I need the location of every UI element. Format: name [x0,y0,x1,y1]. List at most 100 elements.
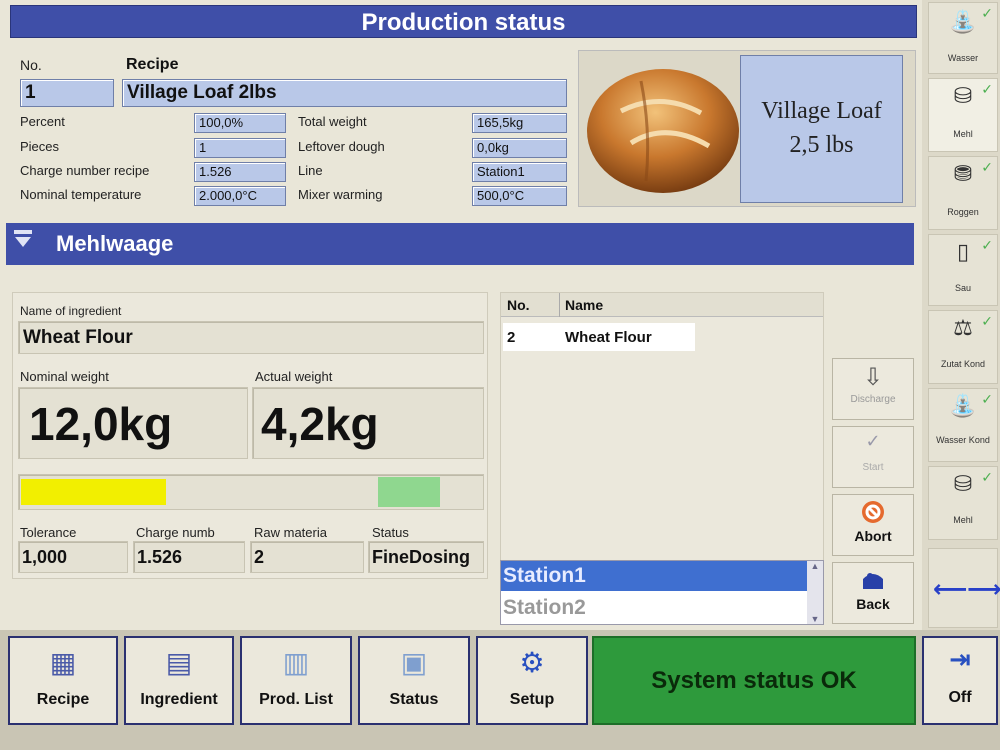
off-button[interactable]: ⇥ Off [922,636,998,725]
side-item-rye[interactable]: ⛃ ✓ Roggen [928,156,998,230]
back-icon [863,573,883,589]
system-status-indicator: System status OK [592,636,916,725]
table-header: No. Name [501,293,823,317]
percent-field: 100,0% [194,113,286,133]
nominal-temp-label: Nominal temperature [20,187,142,202]
pieces-field: 1 [194,138,286,158]
start-label: Start [862,462,884,473]
arrow-right-icon[interactable]: ⟶ [967,575,1000,604]
ok-check-icon: ✓ [981,469,993,485]
ok-check-icon: ✓ [981,237,993,253]
charge-value: 1.526 [133,541,245,573]
side-item-label: Roggen [947,207,979,217]
scroll-down-icon[interactable]: ▼ [807,614,823,624]
charge-number-label: Charge number recipe [20,163,150,178]
setup-icon: ⚙ [519,647,545,678]
nominal-temp-field: 2.000,0°C [194,186,286,206]
station-scrollbar[interactable]: ▲ ▼ [807,561,823,624]
recipe-button-label: Recipe [36,691,90,708]
ingredient-icon: ▤ [165,647,193,678]
exit-door-icon: ⇥ [949,644,971,674]
leftover-dough-label: Leftover dough [298,139,385,154]
ingredient-name-label: Name of ingredient [20,304,122,318]
side-item-label: Wasser [947,53,979,63]
prod-list-button[interactable]: ▥ Prod. List [240,636,352,725]
side-item-silo[interactable]: ▯ ✓ Sau [928,234,998,306]
line-field: Station1 [472,162,567,182]
list-icon: ▥ [282,647,310,678]
leftover-dough-field: 0,0kg [472,138,567,158]
row-name: Wheat Flour [565,329,652,346]
ingredient-button[interactable]: ▤ Ingredient [124,636,234,725]
progress-fill [21,479,166,505]
scroll-up-icon[interactable]: ▲ [807,561,823,571]
recipe-label: Recipe [126,56,179,73]
nominal-weight-label: Nominal weight [20,369,109,384]
abort-button[interactable]: Abort [832,494,914,556]
pieces-label: Pieces [20,139,60,154]
table-row[interactable]: 2 Wheat Flour [503,323,695,351]
tolerance-window [378,477,440,507]
recipe-image-caption: Village Loaf 2,5 lbs [740,55,903,203]
total-weight-label: Total weight [298,114,367,129]
check-icon: ✓ [865,431,881,451]
tolerance-label: Tolerance [20,525,77,540]
side-item-label: Mehl [953,515,973,525]
status-label: Status [372,525,409,540]
side-item-water[interactable]: ⛲ ✓ Wasser [928,2,998,74]
side-item-label: Zutat Kond [940,359,986,369]
start-button[interactable]: ✓ Start [832,426,914,488]
ok-check-icon: ✓ [981,159,993,175]
side-item-label: Mehl [953,129,973,139]
recipe-name-field[interactable]: Village Loaf 2lbs [122,79,567,107]
station-item-1[interactable]: Station1 [501,561,807,591]
recipe-no-field[interactable]: 1 [20,79,114,107]
nominal-weight-box: 12,0kg [18,387,248,459]
side-item-label: Wasser Kond [936,435,990,445]
abort-label: Abort [854,528,892,544]
row-no: 2 [507,329,516,346]
side-item-flour-2[interactable]: ⛁ ✓ Mehl [928,466,998,540]
dosing-progress-bar [18,474,484,510]
raw-material-label: Raw materia [254,525,327,540]
percent-label: Percent [20,114,65,129]
ok-check-icon: ✓ [981,313,993,329]
ok-check-icon: ✓ [981,81,993,97]
bread-loaf-icon [587,69,739,193]
chevron-down-icon[interactable] [12,228,34,250]
side-item-ingredient-cond[interactable]: ⚖ ✓ Zutat Kond [928,310,998,384]
tolerance-value: 1,000 [18,541,128,573]
col-name: Name [565,297,604,313]
arrow-left-icon[interactable]: ⟵ [933,575,967,604]
back-button[interactable]: Back [832,562,914,624]
caption-line-2: 2,5 lbs [789,132,854,158]
col-no: No. [507,297,530,313]
status-icon: ▣ [400,647,428,678]
mixer-warming-label: Mixer warming [298,187,383,202]
setup-button[interactable]: ⚙ Setup [476,636,588,725]
side-item-flour[interactable]: ⛁ ✓ Mehl [928,78,998,152]
station-item-2[interactable]: Station2 [501,593,807,623]
side-item-label: Sau [954,283,971,293]
total-weight-field: 165,5kg [472,113,567,133]
raw-material-value: 2 [250,541,364,573]
actual-weight-box: 4,2kg [252,387,484,459]
status-button-label: Status [389,691,439,708]
actual-weight-label: Actual weight [255,369,333,384]
page-title: Production status [10,5,917,38]
mixer-warming-field: 500,0°C [472,186,567,206]
ok-check-icon: ✓ [981,391,993,407]
caption-line-1: Village Loaf [761,98,882,124]
station-list[interactable]: Station1 Station2 ▲ ▼ [500,560,824,625]
nominal-weight-value: 12,0kg [29,398,173,450]
ingredient-name-field: Wheat Flour [18,321,484,354]
status-value: FineDosing [368,541,484,573]
arrow-down-icon: ⇩ [862,364,884,391]
status-button[interactable]: ▣ Status [358,636,470,725]
discharge-button[interactable]: ⇩ Discharge [832,358,914,420]
side-item-water-cond[interactable]: ⛲ ✓ Wasser Kond [928,388,998,462]
line-label: Line [298,163,323,178]
side-nav-scroll[interactable]: ⟵ ⟶ [928,548,1000,628]
recipe-button[interactable]: ▦ Recipe [8,636,118,725]
setup-button-label: Setup [509,691,555,708]
